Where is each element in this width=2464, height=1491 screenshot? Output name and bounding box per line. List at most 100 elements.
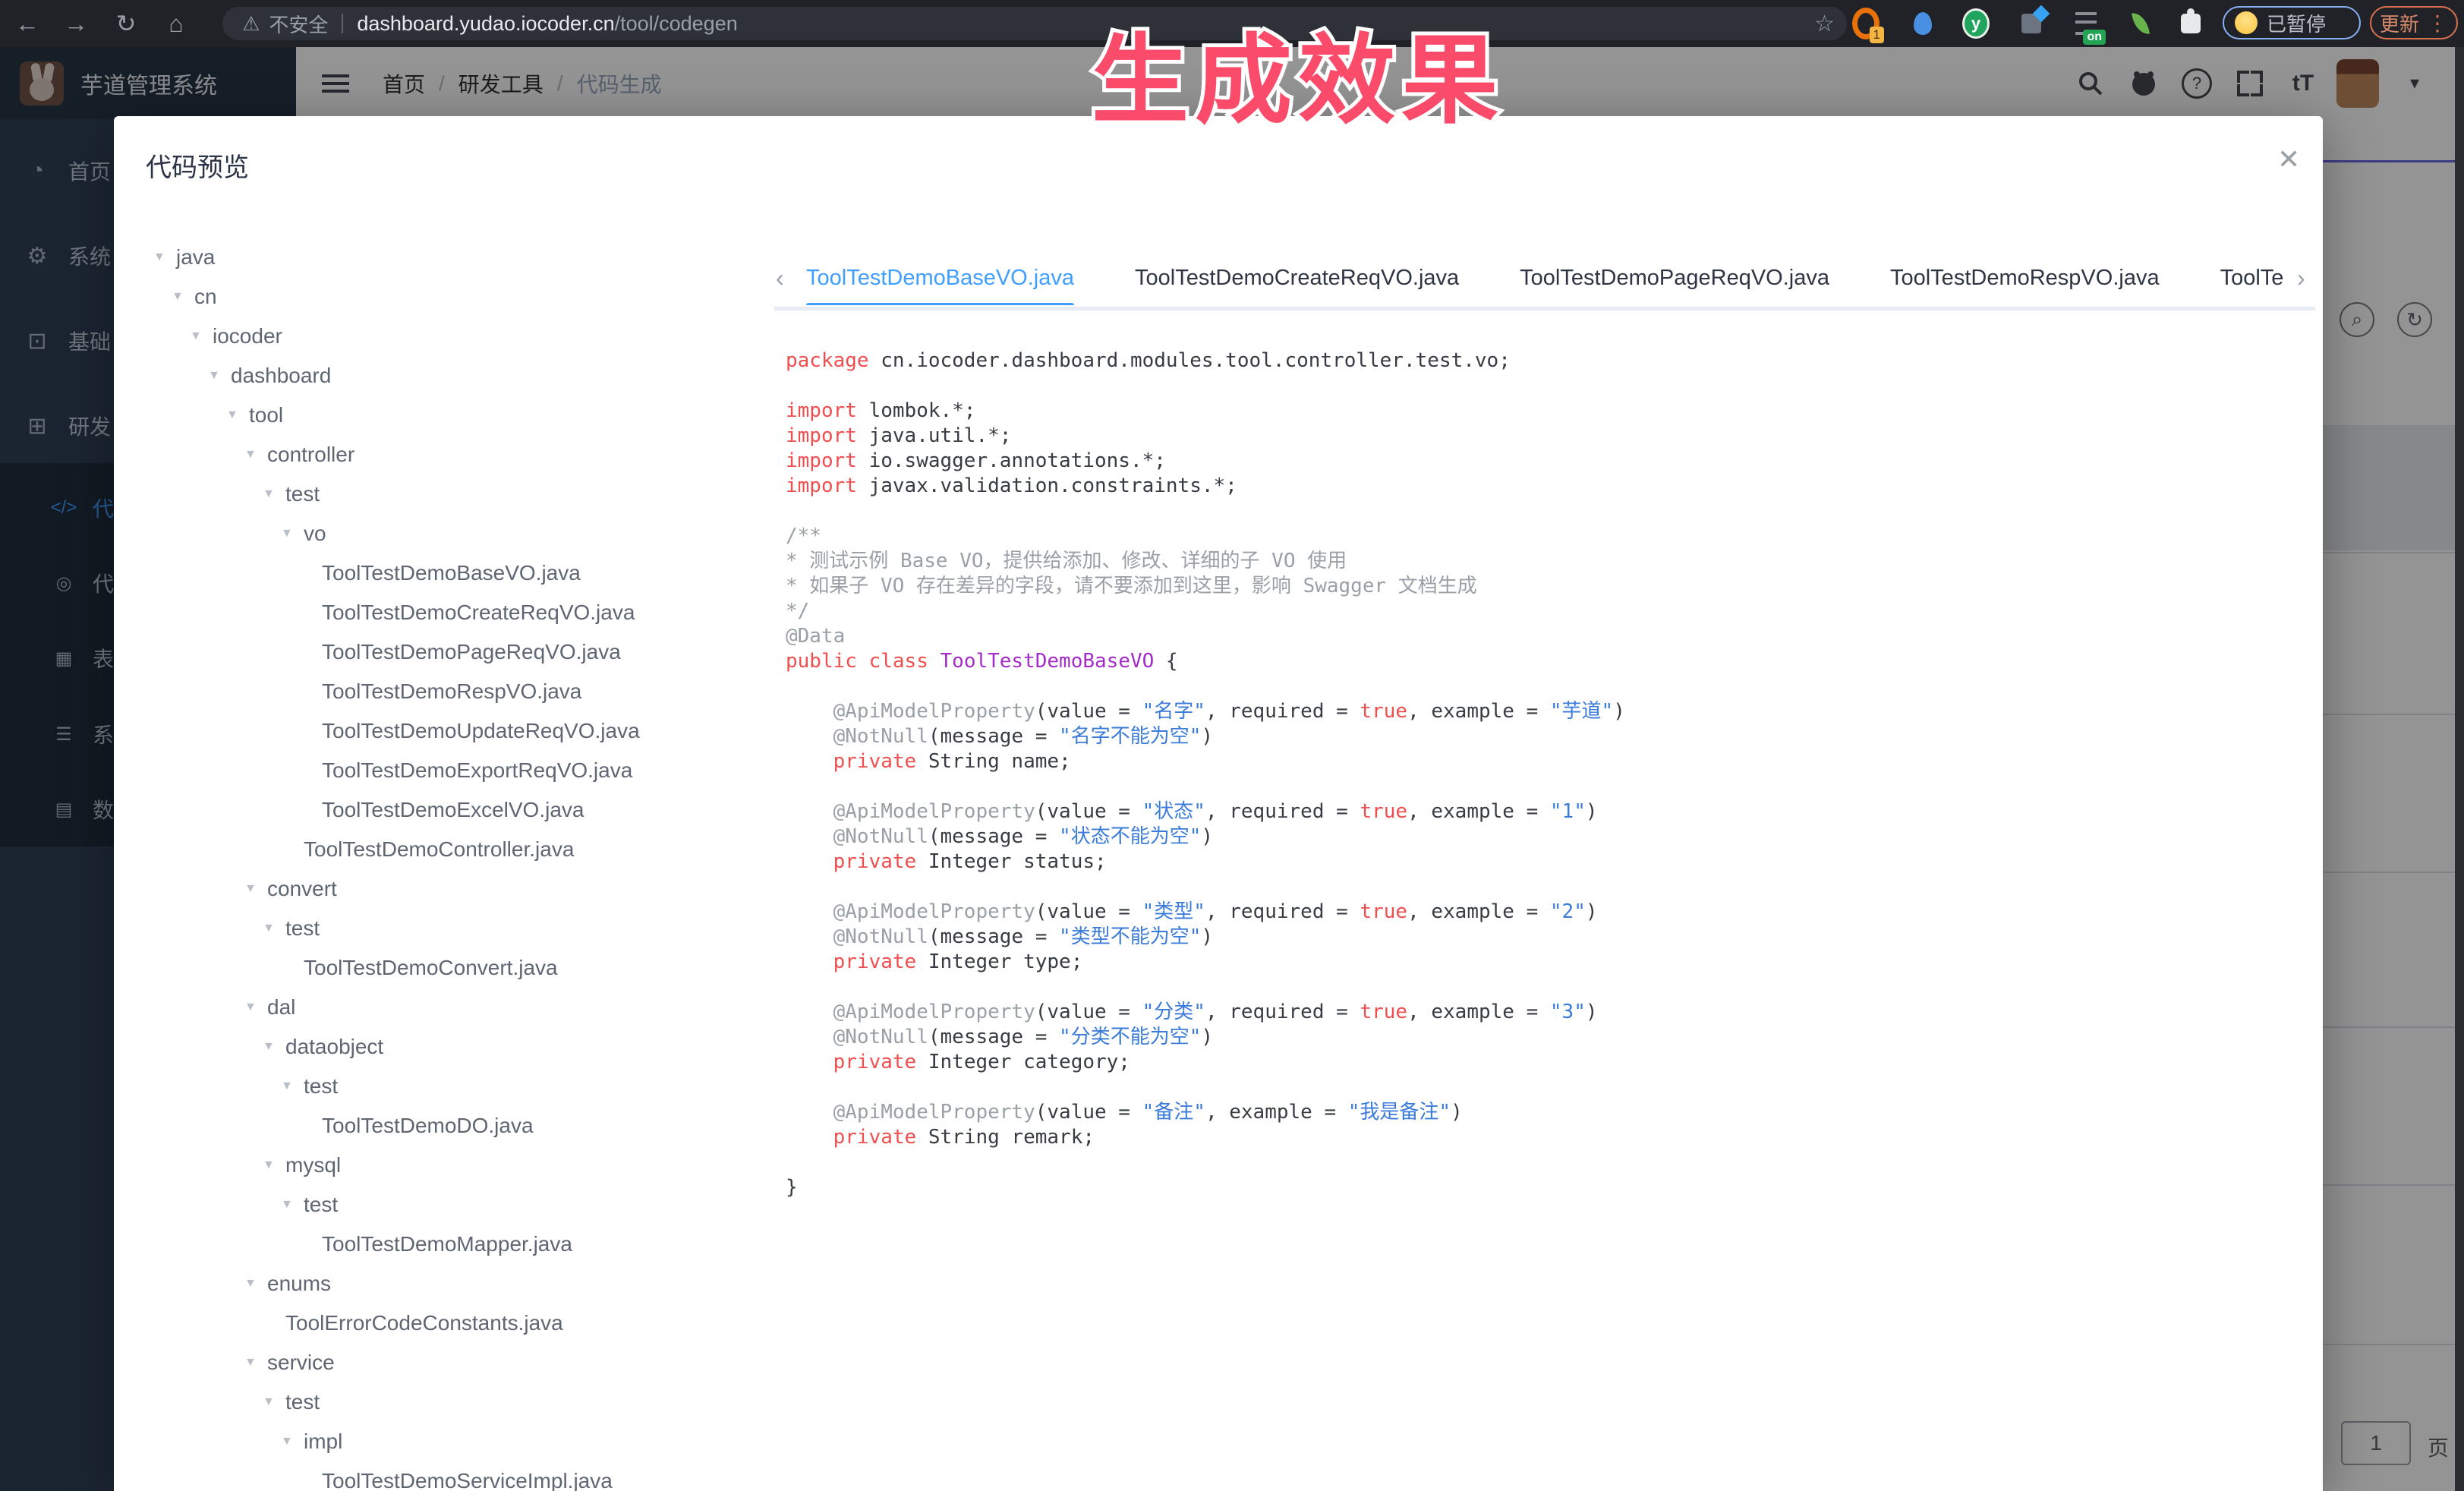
code-token: */ <box>786 600 809 623</box>
tree-folder[interactable]: ▼impl <box>137 1422 782 1461</box>
puzzle-extensions-icon[interactable] <box>2177 10 2204 37</box>
code-view: package cn.iocoder.dashboard.modules.too… <box>786 348 1625 1200</box>
tree-label: test <box>285 482 320 506</box>
code-token: } <box>786 1176 798 1199</box>
tree-file[interactable]: ▼ToolTestDemoExportReqVO.java <box>137 751 782 790</box>
tree-folder[interactable]: ▼dal <box>137 988 782 1027</box>
forward-icon[interactable]: → <box>55 0 97 47</box>
tree-folder[interactable]: ▼java <box>137 238 782 277</box>
tree-folder[interactable]: ▼test <box>137 1382 782 1422</box>
caret-down-icon[interactable]: ▼ <box>244 1356 267 1370</box>
tree-folder[interactable]: ▼service <box>137 1343 782 1382</box>
tree-folder[interactable]: ▼controller <box>137 435 782 474</box>
tree-file[interactable]: ▼ToolTestDemoBaseVO.java <box>137 553 782 593</box>
leaf-extension-icon[interactable] <box>2127 10 2154 37</box>
tree-folder[interactable]: ▼test <box>137 909 782 948</box>
orange-ring-extension-icon[interactable]: 1 <box>1852 10 1880 37</box>
reload-icon[interactable]: ↻ <box>105 0 147 47</box>
tree-file[interactable]: ▼ToolTestDemoExcelVO.java <box>137 790 782 830</box>
code-token: @NotNull <box>833 725 928 748</box>
caret-down-icon[interactable]: ▼ <box>263 1395 285 1409</box>
caret-down-icon[interactable]: ▼ <box>263 1158 285 1172</box>
caret-down-icon[interactable]: ▼ <box>263 487 285 501</box>
caret-down-icon[interactable]: ▼ <box>263 1040 285 1054</box>
caret-down-icon[interactable]: ▼ <box>281 1080 304 1093</box>
code-token <box>786 1051 833 1073</box>
tab-tooltestdemopagereqvo-java[interactable]: ToolTestDemoPageReqVO.java <box>1489 251 1860 305</box>
code-token: ) <box>1586 1001 1598 1023</box>
tree-file[interactable]: ▼ToolTestDemoMapper.java <box>137 1225 782 1264</box>
caret-down-icon[interactable]: ▼ <box>208 369 231 383</box>
code-line: */ <box>786 599 1625 624</box>
tree-folder[interactable]: ▼cn <box>137 277 782 317</box>
tree-folder[interactable]: ▼iocoder <box>137 317 782 356</box>
tree-file[interactable]: ▼ToolTestDemoController.java <box>137 830 782 869</box>
tree-file[interactable]: ▼ToolTestDemoRespVO.java <box>137 672 782 711</box>
code-token: @NotNull <box>833 825 928 848</box>
code-token: public <box>786 650 857 673</box>
code-token: ) <box>1613 700 1625 723</box>
tab-toolte[interactable]: ToolTe <box>2190 251 2294 305</box>
paused-extension-pill[interactable]: 已暂停 <box>2223 6 2361 39</box>
tree-label: ToolTestDemoConvert.java <box>304 956 558 980</box>
tree-folder[interactable]: ▼convert <box>137 869 782 909</box>
tab-tooltestdemocreatereqvo-java[interactable]: ToolTestDemoCreateReqVO.java <box>1104 251 1489 305</box>
blue-drop-extension-icon[interactable] <box>1909 10 1936 37</box>
update-browser-button[interactable]: 更新 ⋮ <box>2370 6 2458 39</box>
back-icon[interactable]: ← <box>6 0 49 47</box>
grid-icon <box>2021 14 2041 33</box>
caret-down-icon[interactable]: ▼ <box>226 408 249 422</box>
bookmark-star-icon[interactable]: ☆ <box>1814 11 1835 37</box>
code-token: * 测试示例 Base VO，提供给添加、修改、详细的子 VO 使用 <box>786 550 1347 572</box>
caret-down-icon[interactable]: ▼ <box>172 290 194 304</box>
code-line <box>786 499 1625 524</box>
caret-down-icon[interactable]: ▼ <box>281 1198 304 1212</box>
code-token: (value = <box>1035 1001 1142 1023</box>
tree-folder[interactable]: ▼vo <box>137 514 782 553</box>
tree-file[interactable]: ▼ToolTestDemoPageReqVO.java <box>137 632 782 672</box>
tree-folder[interactable]: ▼test <box>137 474 782 514</box>
home-icon[interactable]: ⌂ <box>155 0 197 47</box>
caret-down-icon[interactable]: ▼ <box>281 1435 304 1448</box>
tree-folder[interactable]: ▼enums <box>137 1264 782 1303</box>
tree-file[interactable]: ▼ToolTestDemoServiceImpl.java <box>137 1461 782 1491</box>
caret-down-icon[interactable]: ▼ <box>190 329 213 343</box>
tabs-next-icon[interactable]: › <box>2297 251 2305 305</box>
tree-folder[interactable]: ▼dataobject <box>137 1027 782 1067</box>
tree-file[interactable]: ▼ToolErrorCodeConstants.java <box>137 1303 782 1343</box>
tree-folder[interactable]: ▼test <box>137 1067 782 1106</box>
tree-folder[interactable]: ▼mysql <box>137 1146 782 1185</box>
code-token: import <box>786 449 857 472</box>
tree-file[interactable]: ▼ToolTestDemoDO.java <box>137 1106 782 1146</box>
code-token: @ApiModelProperty <box>833 1101 1035 1124</box>
caret-down-icon[interactable]: ▼ <box>281 527 304 541</box>
green-y-extension-icon[interactable]: y <box>1962 10 1990 37</box>
tree-file[interactable]: ▼ToolTestDemoConvert.java <box>137 948 782 988</box>
tab-tooltestdemorespvo-java[interactable]: ToolTestDemoRespVO.java <box>1860 251 2190 305</box>
tree-label: dashboard <box>231 364 331 388</box>
tabs-prev-icon[interactable]: ‹ <box>776 251 784 305</box>
security-label[interactable]: 不安全 <box>269 10 328 38</box>
tree-file[interactable]: ▼ToolTestDemoCreateReqVO.java <box>137 593 782 632</box>
caret-down-icon[interactable]: ▼ <box>244 1001 267 1014</box>
caret-down-icon[interactable]: ▼ <box>244 1277 267 1291</box>
list-on-extension-icon[interactable]: on <box>2072 10 2100 37</box>
tree-folder[interactable]: ▼test <box>137 1185 782 1225</box>
kebab-menu-icon[interactable]: ⋮ <box>2427 11 2448 36</box>
code-token: /** <box>786 525 821 547</box>
grid-diamond-extension-icon[interactable] <box>2018 10 2045 37</box>
code-token: true <box>1360 800 1407 823</box>
tree-folder[interactable]: ▼tool <box>137 396 782 435</box>
tree-label: iocoder <box>213 324 282 348</box>
caret-down-icon[interactable]: ▼ <box>244 882 267 896</box>
caret-down-icon[interactable]: ▼ <box>244 448 267 462</box>
caret-down-icon[interactable]: ▼ <box>263 922 285 935</box>
caret-down-icon[interactable]: ▼ <box>153 251 176 264</box>
tree-label: ToolTestDemoExcelVO.java <box>322 798 584 822</box>
close-icon[interactable]: ✕ <box>2277 143 2300 175</box>
scrollbar-track[interactable] <box>2455 47 2464 1491</box>
code-token: "分类不能为空" <box>1059 1026 1201 1048</box>
tab-tooltestdemobasevo-java[interactable]: ToolTestDemoBaseVO.java <box>806 251 1104 305</box>
tree-file[interactable]: ▼ToolTestDemoUpdateReqVO.java <box>137 711 782 751</box>
tree-folder[interactable]: ▼dashboard <box>137 356 782 396</box>
